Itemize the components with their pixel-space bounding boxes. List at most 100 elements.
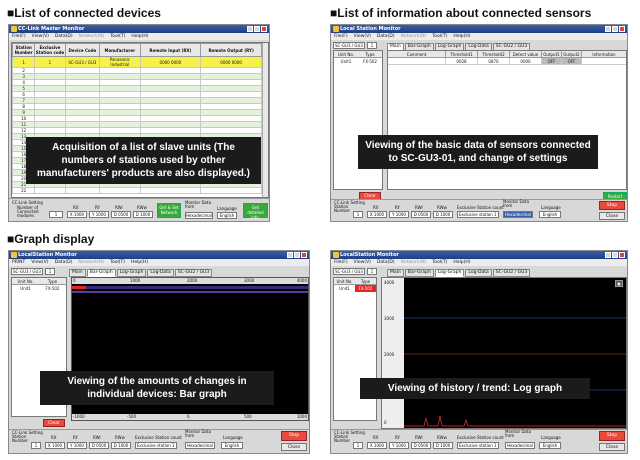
menu-view[interactable]: View(V) [32, 33, 49, 40]
stop-button[interactable]: Stop [281, 431, 307, 441]
col-threshold1[interactable]: Threshold1 [446, 51, 478, 57]
menu-view[interactable]: View(V) [354, 259, 371, 266]
station-number-field[interactable]: 1 [367, 268, 377, 275]
col-type[interactable]: Type [39, 278, 66, 284]
tab-main[interactable]: Main [69, 269, 86, 277]
col-remote-output[interactable]: Remote Output (RY) [200, 43, 262, 57]
minimize-icon[interactable] [287, 252, 293, 258]
menu-view[interactable]: View(V) [31, 259, 48, 266]
rww-field[interactable]: D 1000 [433, 211, 453, 218]
close-button[interactable]: Close [281, 443, 307, 451]
menu-tool[interactable]: Tool(T) [110, 259, 125, 266]
col-type[interactable]: Type [358, 51, 382, 57]
col-information[interactable]: Information [582, 51, 626, 57]
station-number-field[interactable]: 1 [367, 42, 377, 49]
rww-field[interactable]: D 1000 [111, 442, 131, 449]
table-row[interactable]: 22 [11, 187, 262, 194]
col-device-code[interactable]: Device Code [64, 43, 101, 57]
rx-field[interactable]: X 1000 [367, 211, 387, 218]
menu-help[interactable]: Help(H) [131, 33, 148, 40]
cell-threshold1[interactable]: 0028 [446, 58, 478, 64]
tab-log-data[interactable]: Log-Data [465, 269, 492, 277]
menu-data[interactable]: Data(D) [55, 259, 73, 266]
menu-help[interactable]: Help(H) [131, 259, 148, 266]
menu-network[interactable]: Network(N) [401, 259, 427, 266]
tab-log-data[interactable]: Log-Data [147, 269, 174, 277]
menu-network[interactable]: Network(N) [79, 33, 105, 40]
col-exclusive-station[interactable]: Exclusive Station code [34, 43, 66, 57]
stop-button[interactable]: Stop [599, 201, 625, 210]
menu-file[interactable]: File(F) [12, 33, 26, 40]
rwr-field[interactable]: D 0500 [89, 442, 109, 449]
minimize-icon[interactable] [605, 252, 611, 258]
close-button[interactable]: Close [599, 443, 625, 451]
tab-log-graph[interactable]: Log-Graph [434, 269, 465, 277]
col-type[interactable]: Type [355, 278, 376, 284]
cell-comment[interactable] [388, 58, 446, 64]
vertical-scrollbar[interactable] [262, 43, 268, 197]
maximize-icon[interactable] [612, 252, 618, 258]
station-number-value[interactable]: 1 [31, 442, 41, 449]
menu-network[interactable]: Network(N) [78, 259, 104, 266]
sensor-row[interactable]: 0028 0870 0000 OFF OFF [388, 58, 626, 65]
col-manufacturer[interactable]: Manufacturer [99, 43, 141, 57]
station-number-field[interactable]: 1 [45, 268, 55, 275]
tab-log-graph[interactable]: Log-Graph [116, 269, 147, 277]
ry-field[interactable]: Y 1000 [389, 442, 409, 449]
tab-bar-graph[interactable]: Bar-Graph [86, 269, 116, 277]
unit-row[interactable]: Unit1 FX-502 [12, 285, 66, 292]
maximize-icon[interactable] [612, 26, 618, 32]
language-select[interactable]: English [539, 442, 561, 449]
menu-view[interactable]: View(V) [354, 33, 371, 40]
rx-field[interactable]: X 1000 [67, 211, 87, 218]
col-comment[interactable]: Comment [388, 51, 446, 57]
rwr-field[interactable]: D 0500 [411, 442, 431, 449]
minimize-icon[interactable] [605, 26, 611, 32]
col-unit-no[interactable]: Unit No. [12, 278, 39, 284]
exclusive-station-select[interactable]: Exclusive station 1 [135, 442, 177, 449]
ry-field[interactable]: Y 1000 [389, 211, 409, 218]
clear-button[interactable]: Clear [43, 419, 65, 427]
connected-modules-value[interactable]: 1 [49, 211, 63, 218]
close-icon[interactable] [619, 26, 625, 32]
close-icon[interactable] [301, 252, 307, 258]
menu-data[interactable]: Data(D) [377, 33, 395, 40]
language-select[interactable]: English [539, 211, 561, 218]
unit-row[interactable]: Unit1 FX-502 [334, 58, 382, 65]
exclusive-station-select[interactable]: Exclusive station 1 [457, 211, 499, 218]
ry-field[interactable]: Y 1000 [89, 211, 109, 218]
monitor-format-select[interactable]: Hexadecimal [185, 212, 213, 219]
unit-type-select[interactable]: SC-GU3 / GU3 [11, 268, 43, 275]
tab-main[interactable]: Main [387, 269, 404, 277]
rx-field[interactable]: X 1000 [45, 442, 65, 449]
unit-type-select[interactable]: SC-GU3 / GU3 [333, 268, 365, 275]
language-select[interactable]: English [221, 442, 243, 449]
language-select[interactable]: English [217, 212, 237, 219]
cell-threshold2[interactable]: 0870 [478, 58, 510, 64]
col-output2[interactable]: Output2 [562, 51, 582, 57]
menu-network[interactable]: Network(N) [401, 33, 427, 40]
rww-field[interactable]: D 1000 [433, 442, 453, 449]
rww-field[interactable]: D 1000 [133, 211, 153, 218]
col-threshold2[interactable]: Threshold2 [478, 51, 510, 57]
graph-settings-icon[interactable]: ▣ [615, 280, 623, 287]
menu-data[interactable]: Data(D) [377, 259, 395, 266]
menu-tool[interactable]: Tool(T) [432, 259, 447, 266]
station-number-value[interactable]: 1 [353, 442, 363, 449]
menu-help[interactable]: Help(H) [453, 259, 470, 266]
rwr-field[interactable]: D 0500 [111, 211, 131, 218]
minimize-icon[interactable] [247, 26, 253, 32]
close-button[interactable]: Close [599, 212, 625, 220]
col-unit-no[interactable]: Unit No. [334, 278, 355, 284]
menu-help[interactable]: Help(H) [453, 33, 470, 40]
exclusive-station-select[interactable]: Exclusive station 1 [457, 442, 499, 449]
menu-file[interactable]: File(F) [334, 259, 348, 266]
unit-row[interactable]: Unit1 FX-502 [334, 285, 376, 292]
tab-bar-graph[interactable]: Bar-Graph [404, 269, 434, 277]
close-icon[interactable] [619, 252, 625, 258]
menu-file[interactable]: File(F) [334, 33, 348, 40]
col-station-number[interactable]: Station Number [11, 43, 36, 57]
ry-field[interactable]: Y 1000 [67, 442, 87, 449]
unit-type-select[interactable]: SC-GU3 / GU3 [333, 42, 365, 49]
maximize-icon[interactable] [294, 252, 300, 258]
